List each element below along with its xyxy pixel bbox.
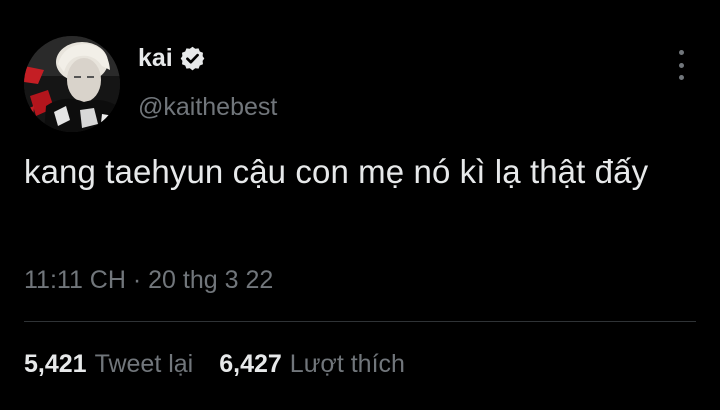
tweet-card: kai @kaithebest kang taehyun cậu con mẹ … <box>0 0 720 410</box>
dot <box>678 75 684 80</box>
more-options-icon[interactable] <box>672 50 690 80</box>
tweet-timestamp[interactable]: 11:11 CH · 20 thg 3 22 <box>24 266 273 295</box>
retweets-count[interactable]: 5,421 <box>24 350 87 379</box>
tweet-stats: 5,421 Tweet lại 6,427 Lượt thích <box>24 350 431 379</box>
avatar[interactable] <box>24 36 120 132</box>
dot <box>678 62 684 68</box>
likes-count[interactable]: 6,427 <box>219 350 282 379</box>
avatar-image <box>24 36 120 132</box>
verified-badge-icon <box>179 45 206 72</box>
retweets-label[interactable]: Tweet lại <box>95 350 194 379</box>
meta-separator: · <box>132 266 142 294</box>
tweet-text: kang taehyun cậu con mẹ nó kì lạ thật đấ… <box>24 153 649 190</box>
likes-label[interactable]: Lượt thích <box>290 350 405 379</box>
divider <box>24 321 696 322</box>
tweet-time: 11:11 CH <box>24 266 126 294</box>
user-handle[interactable]: @kaithebest <box>138 93 277 122</box>
tweet-date: 20 thg 3 22 <box>148 266 274 294</box>
display-name[interactable]: kai <box>138 44 173 73</box>
name-row: kai <box>138 44 206 73</box>
dot <box>678 50 684 55</box>
